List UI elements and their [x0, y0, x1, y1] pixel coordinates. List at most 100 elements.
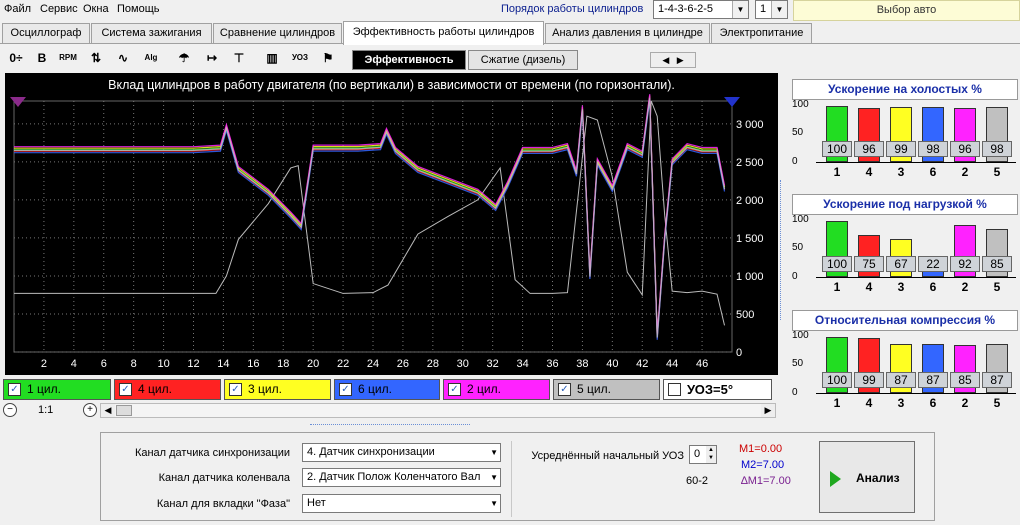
chevron-down-icon: ▼ — [490, 499, 498, 508]
bottom-settings: Канал датчика синхронизации 4. Датчик си… — [0, 420, 1020, 525]
menu-file[interactable]: Файл — [4, 3, 31, 15]
legend-cylinder-1[interactable]: ✓ 1 цил. — [3, 379, 111, 400]
cylinder-number: 2 — [961, 165, 969, 179]
legend-uoz[interactable]: УОЗ=5° — [663, 379, 772, 400]
legend-cylinder-4[interactable]: ✓ 6 цил. — [334, 379, 440, 400]
tab-compare-cylinders[interactable]: Сравнение цилиндров — [213, 23, 342, 43]
menu-windows[interactable]: Окна — [83, 3, 109, 15]
bar-chart: 100 50 0 100 1 75 4 67 3 22 6 92 2 85 5 — [790, 214, 1020, 304]
bank-select[interactable]: 1 ▼ — [755, 0, 788, 19]
menu-service[interactable]: Сервис — [40, 3, 78, 15]
scroll-right-icon[interactable]: ▶ — [761, 404, 775, 417]
cylinder-number: 1 — [833, 165, 841, 179]
zoom-in-button[interactable]: + — [83, 403, 97, 417]
cylinder-number: 6 — [929, 280, 937, 294]
scroll-thumb[interactable] — [116, 405, 132, 416]
scale-icon[interactable]: ⇅ — [86, 48, 106, 68]
crank-channel-select[interactable]: 2. Датчик Полож Коленчатого Вал ▼ — [302, 468, 501, 487]
chart-title: Вклад цилиндров в работу двигателя (по в… — [108, 78, 675, 92]
tab-cylinder-efficiency[interactable]: Эффективность работы цилиндров — [343, 21, 544, 45]
flag-icon[interactable]: ⚑ — [318, 48, 338, 68]
cylinder-legend: ✓ 1 цил. ✓ 4 цил. ✓ 3 цил. ✓ 6 цил. ✓ 2 цил. ✓ 5 ци… — [0, 377, 780, 401]
x-tick-label: 42 — [636, 358, 648, 370]
toolbar: Эффективность Сжатие (дизель) ◀ ▶ 0÷ B RPM… — [0, 45, 780, 72]
panel-title: Относительная компрессия % — [792, 310, 1018, 331]
subtab-compression-diesel[interactable]: Сжатие (дизель) — [468, 50, 578, 70]
splitter-handle[interactable] — [310, 424, 470, 428]
checkbox-icon[interactable] — [668, 383, 681, 396]
phase-channel-select[interactable]: Нет ▼ — [302, 494, 501, 513]
cylinder-number: 5 — [993, 165, 1001, 179]
bar-value: 100 — [822, 256, 852, 272]
analyze-button[interactable]: Анализ — [819, 441, 915, 513]
uoz-icon[interactable]: УОЗ — [290, 48, 310, 68]
checkbox-icon[interactable]: ✓ — [339, 383, 352, 396]
bar-value: 75 — [854, 256, 884, 272]
cylinder-number: 2 — [961, 280, 969, 294]
legend-cylinder-2[interactable]: ✓ 4 цил. — [114, 379, 221, 400]
select-auto-button[interactable]: Выбор авто — [793, 0, 1020, 21]
sync-channel-select[interactable]: 4. Датчик синхронизации ▼ — [302, 443, 501, 462]
bar-chart: 100 50 0 100 1 99 4 87 3 87 6 85 2 87 5 — [790, 330, 1020, 420]
zoom-icon[interactable]: 0÷ — [6, 48, 26, 68]
tab-ignition[interactable]: Система зажигания — [91, 23, 212, 43]
menu-bar: Файл Сервис Окна Помощь Порядок работы ц… — [0, 0, 1020, 21]
bar-baseline — [816, 393, 1016, 394]
spin-arrows-icon[interactable]: ▲ ▼ — [706, 446, 716, 463]
menu-help[interactable]: Помощь — [117, 3, 160, 15]
sort-icon[interactable]: ↦ — [202, 48, 222, 68]
y-tick-label: 1 000 — [736, 271, 764, 283]
analyze-label: Анализ — [856, 471, 900, 485]
legend-cylinder-3[interactable]: ✓ 3 цил. — [224, 379, 331, 400]
scroll-left-icon[interactable]: ◀ — [101, 404, 115, 417]
marker-icon[interactable]: ☂ — [174, 48, 194, 68]
alg-icon[interactable]: Alg — [141, 48, 161, 68]
x-tick-label: 2 — [41, 358, 47, 370]
y-tick-label: 50 — [792, 242, 804, 253]
uoz-spinner[interactable]: 0 ▲ ▼ — [689, 445, 717, 464]
tab-oscilloscope[interactable]: Осциллограф — [2, 23, 90, 43]
filter-icon[interactable]: ⊤ — [229, 48, 249, 68]
y-tick-label: 0 — [736, 347, 742, 359]
zoom-out-button[interactable]: − — [3, 403, 17, 417]
zoom-level: 1:1 — [38, 404, 54, 416]
y-tick-label: 500 — [736, 309, 754, 321]
bar-value: 96 — [950, 141, 980, 157]
x-tick-label: 10 — [157, 358, 169, 370]
cylinder-order-select[interactable]: 1-4-3-6-2-5 ▼ — [653, 0, 749, 19]
line-icon[interactable]: ∿ — [113, 48, 133, 68]
bars-icon[interactable]: ▥ — [262, 48, 282, 68]
legend-label: 4 цил. — [138, 382, 172, 396]
phase-channel-value: Нет — [307, 497, 326, 509]
checkbox-icon[interactable]: ✓ — [558, 383, 571, 396]
checkbox-icon[interactable]: ✓ — [8, 383, 21, 396]
chevron-down-icon: ▼ — [771, 1, 787, 18]
bar-value: 92 — [950, 256, 980, 272]
legend-cylinder-5[interactable]: ✓ 2 цил. — [443, 379, 550, 400]
bar-value: 22 — [918, 256, 948, 272]
checkbox-icon[interactable]: ✓ — [119, 383, 132, 396]
efficiency-chart: 2 4 6 8 10 12 14 16 18 20 22 24 26 28 30 32 34 36 38 40 42 44… — [5, 73, 778, 375]
subtab-scroll-arrows[interactable]: ◀ ▶ — [650, 52, 696, 68]
legend-cylinder-6[interactable]: ✓ 5 цил. — [553, 379, 660, 400]
x-tick-label: 26 — [397, 358, 409, 370]
tab-pressure-analysis[interactable]: Анализ давления в цилиндре — [545, 23, 710, 43]
bank-value: 1 — [760, 3, 767, 15]
checkbox-icon[interactable]: ✓ — [229, 383, 242, 396]
uoz-value: 0 — [694, 448, 701, 460]
tab-power-supply[interactable]: Электропитание — [711, 23, 812, 43]
panel-title: Ускорение под нагрузкой % — [792, 194, 1018, 215]
checkbox-icon[interactable]: ✓ — [448, 383, 461, 396]
cylinder-order-label: Порядок работы цилиндров — [501, 3, 644, 15]
rpm-icon[interactable]: RPM — [58, 48, 78, 68]
x-tick-label: 6 — [101, 358, 107, 370]
x-tick-label: 8 — [131, 358, 137, 370]
cylinder-number: 2 — [961, 396, 969, 410]
cylinder-line-2 — [14, 98, 726, 339]
bar-value: 96 — [854, 141, 884, 157]
chart-hscrollbar[interactable]: ◀ ▶ — [100, 403, 776, 418]
y-tick-label: 100 — [792, 99, 809, 110]
panel-splitter[interactable] — [780, 180, 786, 320]
subtab-efficiency[interactable]: Эффективность — [352, 50, 466, 70]
bold-icon[interactable]: B — [32, 48, 52, 68]
